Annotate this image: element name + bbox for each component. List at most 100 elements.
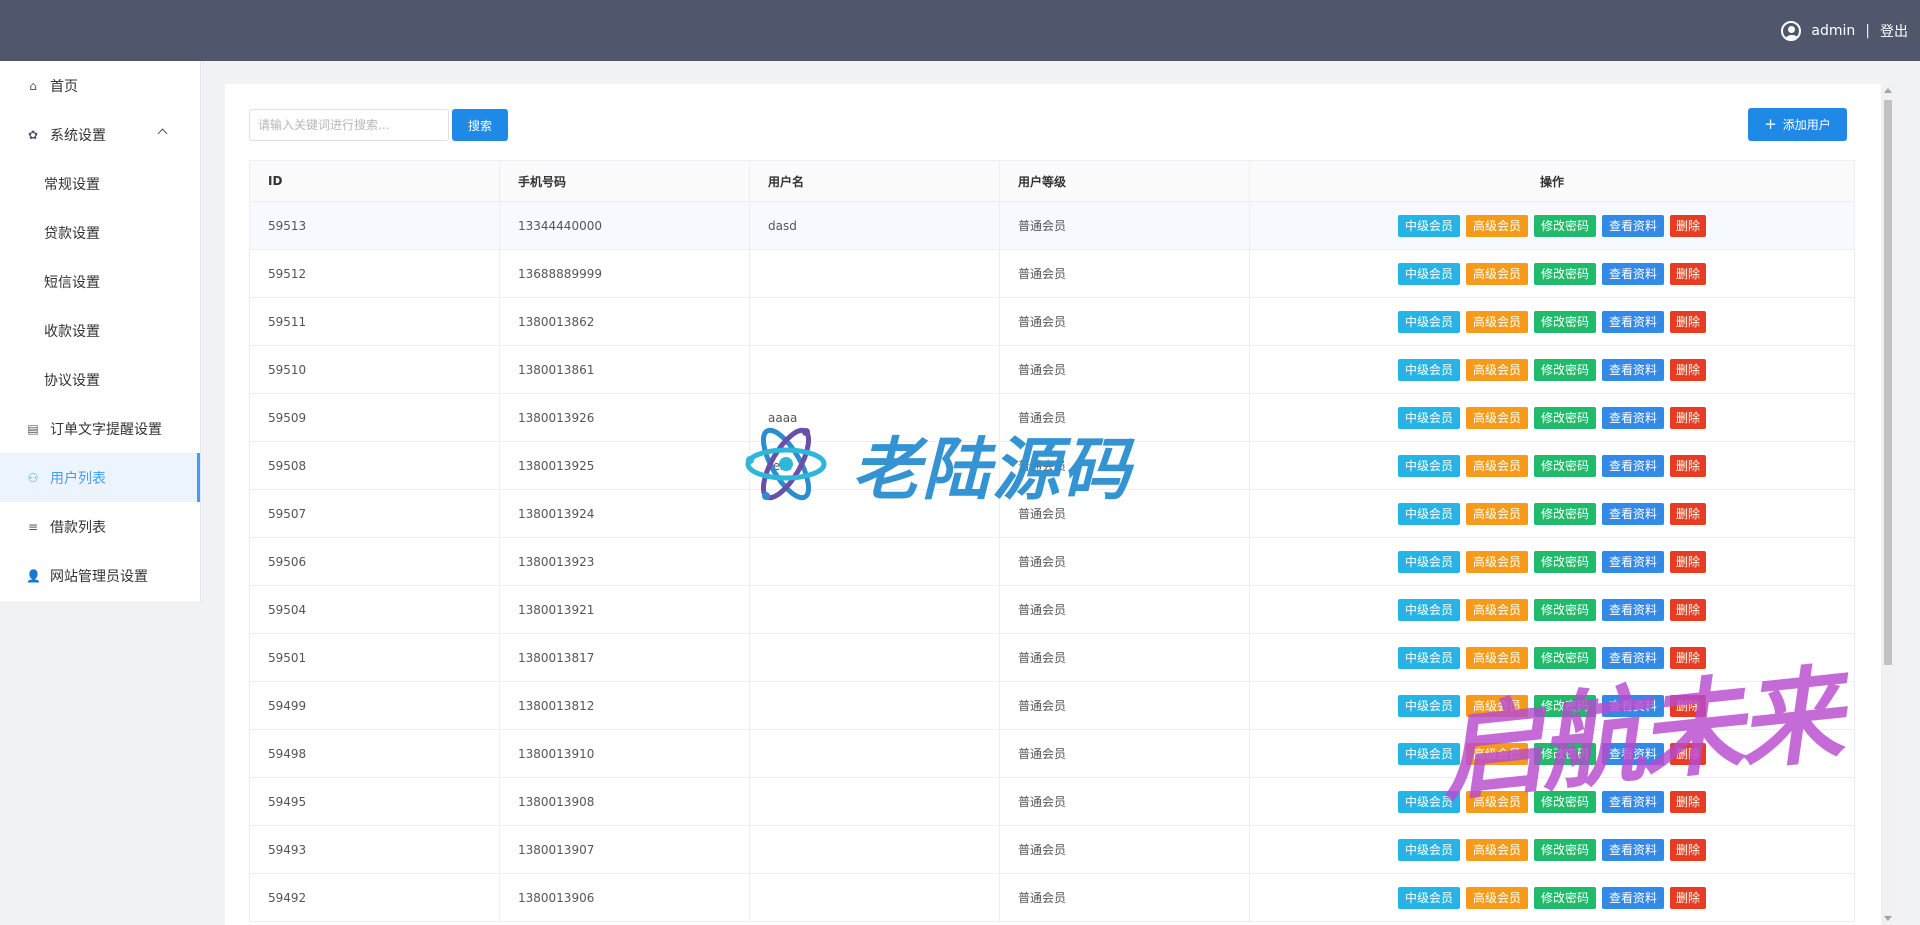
change-password-button[interactable]: 修改密码 [1533,838,1596,861]
high-member-button[interactable]: 高级会员 [1465,838,1528,861]
sidebar-item-8[interactable]: ⚇ 用户列表 [0,453,200,502]
view-profile-button[interactable]: 查看资料 [1602,694,1665,717]
high-member-button[interactable]: 高级会员 [1465,214,1528,237]
mid-member-button[interactable]: 中级会员 [1397,262,1460,285]
search-input[interactable] [249,109,449,141]
high-member-button[interactable]: 高级会员 [1465,886,1528,909]
mid-member-button[interactable]: 中级会员 [1397,502,1460,525]
sidebar-item-1[interactable]: ✿ 系统设置 [0,110,200,159]
sidebar-item-5[interactable]: 收款设置 [0,306,200,355]
change-password-button[interactable]: 修改密码 [1533,742,1596,765]
change-password-button[interactable]: 修改密码 [1533,358,1596,381]
high-member-button[interactable]: 高级会员 [1465,598,1528,621]
high-member-button[interactable]: 高级会员 [1465,454,1528,477]
mid-member-button[interactable]: 中级会员 [1397,406,1460,429]
change-password-button[interactable]: 修改密码 [1533,886,1596,909]
delete-button[interactable]: 删除 [1670,886,1707,909]
change-password-button[interactable]: 修改密码 [1533,790,1596,813]
view-profile-button[interactable]: 查看资料 [1602,214,1665,237]
view-profile-button[interactable]: 查看资料 [1602,838,1665,861]
avatar-icon[interactable] [1781,20,1802,41]
mid-member-button[interactable]: 中级会员 [1397,310,1460,333]
sidebar-item-10[interactable]: 👤 网站管理员设置 [0,551,200,600]
high-member-button[interactable]: 高级会员 [1465,310,1528,333]
sidebar-item-7[interactable]: ▤ 订单文字提醒设置 [0,404,200,453]
delete-button[interactable]: 删除 [1670,838,1707,861]
mid-member-button[interactable]: 中级会员 [1397,550,1460,573]
high-member-button[interactable]: 高级会员 [1465,742,1528,765]
change-password-button[interactable]: 修改密码 [1533,598,1596,621]
mid-member-button[interactable]: 中级会员 [1397,886,1460,909]
mid-member-button[interactable]: 中级会员 [1397,646,1460,669]
delete-button[interactable]: 删除 [1670,550,1707,573]
view-profile-button[interactable]: 查看资料 [1602,646,1665,669]
logout-link[interactable]: 登出 [1880,21,1908,41]
view-profile-button[interactable]: 查看资料 [1602,598,1665,621]
delete-button[interactable]: 删除 [1670,262,1707,285]
delete-button[interactable]: 删除 [1670,598,1707,621]
view-profile-button[interactable]: 查看资料 [1602,310,1665,333]
sidebar-item-0[interactable]: ⌂ 首页 [0,61,200,110]
high-member-button[interactable]: 高级会员 [1465,358,1528,381]
change-password-button[interactable]: 修改密码 [1533,646,1596,669]
view-profile-button[interactable]: 查看资料 [1602,886,1665,909]
mid-member-button[interactable]: 中级会员 [1397,790,1460,813]
change-password-button[interactable]: 修改密码 [1533,262,1596,285]
scrollbar-thumb[interactable] [1884,100,1892,665]
mid-member-button[interactable]: 中级会员 [1397,694,1460,717]
mid-member-button[interactable]: 中级会员 [1397,838,1460,861]
view-profile-button[interactable]: 查看资料 [1602,550,1665,573]
delete-button[interactable]: 删除 [1670,214,1707,237]
delete-button[interactable]: 删除 [1670,502,1707,525]
view-profile-button[interactable]: 查看资料 [1602,742,1665,765]
change-password-button[interactable]: 修改密码 [1533,406,1596,429]
delete-button[interactable]: 删除 [1670,406,1707,429]
delete-button[interactable]: 删除 [1670,358,1707,381]
delete-button[interactable]: 删除 [1670,742,1707,765]
change-password-button[interactable]: 修改密码 [1533,694,1596,717]
high-member-button[interactable]: 高级会员 [1465,694,1528,717]
change-password-button[interactable]: 修改密码 [1533,310,1596,333]
add-user-button[interactable]: + 添加用户 [1748,108,1847,141]
cell-actions: 中级会员 高级会员 修改密码 查看资料 删除 [1249,777,1855,826]
mid-member-button[interactable]: 中级会员 [1397,454,1460,477]
cell-phone: 1380013861 [499,345,750,394]
search-button[interactable]: 搜索 [452,109,508,141]
sidebar-item-6[interactable]: 协议设置 [0,355,200,404]
high-member-button[interactable]: 高级会员 [1465,550,1528,573]
view-profile-button[interactable]: 查看资料 [1602,502,1665,525]
high-member-button[interactable]: 高级会员 [1465,406,1528,429]
delete-button[interactable]: 删除 [1670,790,1707,813]
mid-member-button[interactable]: 中级会员 [1397,598,1460,621]
cell-phone: 1380013907 [499,825,750,874]
change-password-button[interactable]: 修改密码 [1533,550,1596,573]
change-password-button[interactable]: 修改密码 [1533,214,1596,237]
mid-member-button[interactable]: 中级会员 [1397,358,1460,381]
view-profile-button[interactable]: 查看资料 [1602,262,1665,285]
change-password-button[interactable]: 修改密码 [1533,502,1596,525]
delete-button[interactable]: 删除 [1670,310,1707,333]
delete-button[interactable]: 删除 [1670,694,1707,717]
view-profile-button[interactable]: 查看资料 [1602,454,1665,477]
scroll-up-icon[interactable] [1884,88,1892,93]
scroll-down-icon[interactable] [1884,916,1892,921]
mid-member-button[interactable]: 中级会员 [1397,742,1460,765]
high-member-button[interactable]: 高级会员 [1465,502,1528,525]
view-profile-button[interactable]: 查看资料 [1602,790,1665,813]
sidebar-item-3[interactable]: 贷款设置 [0,208,200,257]
chevron-up-icon[interactable] [157,128,168,139]
change-password-button[interactable]: 修改密码 [1533,454,1596,477]
username[interactable]: admin [1811,23,1855,39]
sidebar-item-2[interactable]: 常规设置 [0,159,200,208]
delete-button[interactable]: 删除 [1670,454,1707,477]
vertical-scrollbar[interactable] [1881,84,1895,925]
high-member-button[interactable]: 高级会员 [1465,262,1528,285]
sidebar-item-4[interactable]: 短信设置 [0,257,200,306]
mid-member-button[interactable]: 中级会员 [1397,214,1460,237]
view-profile-button[interactable]: 查看资料 [1602,358,1665,381]
view-profile-button[interactable]: 查看资料 [1602,406,1665,429]
delete-button[interactable]: 删除 [1670,646,1707,669]
sidebar-item-9[interactable]: ≡ 借款列表 [0,502,200,551]
high-member-button[interactable]: 高级会员 [1465,646,1528,669]
high-member-button[interactable]: 高级会员 [1465,790,1528,813]
